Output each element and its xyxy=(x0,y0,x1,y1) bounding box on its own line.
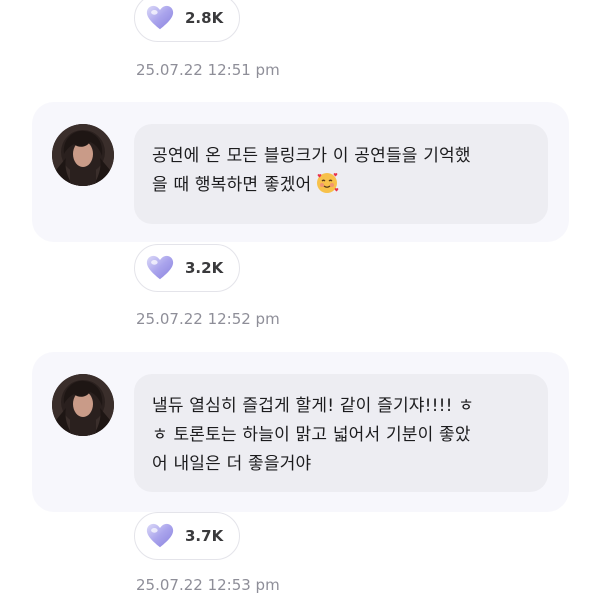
avatar-image xyxy=(52,374,114,436)
timestamp: 25.07.22 12:51 pm xyxy=(136,61,280,79)
timestamp: 25.07.22 12:52 pm xyxy=(136,310,280,328)
reaction-button[interactable]: 3.7K xyxy=(134,512,241,560)
like-count: 2.8K xyxy=(185,9,224,27)
avatar[interactable] xyxy=(52,124,114,186)
message-text: 공연에 온 모든 블링크가 이 공연들을 기억했 을 때 행복하면 좋겠어 xyxy=(152,146,471,195)
avatar-image xyxy=(52,124,114,186)
reaction-button[interactable]: 3.2K xyxy=(134,244,241,292)
message-bubble: 낼듀 열심히 즐겁게 할게! 같이 즐기쟈!!!! ㅎ ㅎ 토론토는 하늘이 맑… xyxy=(134,374,548,492)
message-text: 낼듀 열심히 즐겁게 할게! 같이 즐기쟈!!!! ㅎ ㅎ 토론토는 하늘이 맑… xyxy=(152,396,475,474)
timestamp: 25.07.22 12:53 pm xyxy=(136,576,280,594)
message-bubble: 공연에 온 모든 블링크가 이 공연들을 기억했 을 때 행복하면 좋겠어 xyxy=(134,124,548,224)
like-count: 3.7K xyxy=(185,527,224,545)
heart-icon xyxy=(146,523,174,548)
like-count: 3.2K xyxy=(185,259,224,277)
message-feed: 2.8K 25.07.22 12:51 pm 공연에 온 모든 블링크가 이 공… xyxy=(0,0,600,600)
heart-icon xyxy=(146,255,174,280)
heart-icon xyxy=(146,5,174,30)
smiling-face-with-hearts-icon xyxy=(317,173,339,193)
avatar[interactable] xyxy=(52,374,114,436)
reaction-button[interactable]: 2.8K xyxy=(134,0,241,42)
